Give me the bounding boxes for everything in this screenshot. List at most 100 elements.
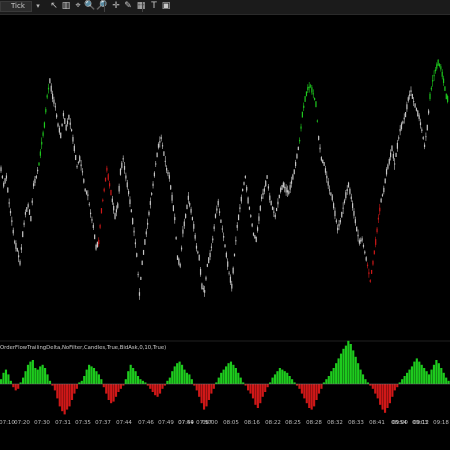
candle-body xyxy=(95,244,97,250)
delta-bar-positive xyxy=(273,374,277,384)
crosshair-icon[interactable]: ✛ xyxy=(110,1,122,12)
candle-body xyxy=(65,124,67,131)
chevron-down-icon[interactable]: ▾ xyxy=(33,1,43,12)
candle-body xyxy=(4,178,6,184)
time-tick-label: 07:31 xyxy=(55,420,71,426)
candle-body xyxy=(174,217,176,221)
candle-body xyxy=(426,124,428,131)
delta-bar-positive xyxy=(440,368,443,384)
candle-body xyxy=(251,223,253,227)
delta-bar-positive xyxy=(447,380,450,384)
candle-body xyxy=(22,231,24,238)
price-chart[interactable] xyxy=(0,15,450,418)
delta-bar-positive xyxy=(364,379,367,384)
candle-body xyxy=(148,211,150,215)
delta-bar-negative xyxy=(256,384,259,408)
pencil-icon[interactable]: ✎ xyxy=(122,1,134,12)
delta-bar-positive xyxy=(403,376,406,384)
candle-body xyxy=(57,123,59,127)
candle-body xyxy=(345,192,347,199)
candle-body xyxy=(37,169,39,172)
candle-body xyxy=(266,175,268,179)
delta-bar-positive xyxy=(136,376,140,384)
candle-body xyxy=(123,166,126,170)
delta-bar-positive xyxy=(217,377,220,384)
delta-bar-positive xyxy=(178,361,181,384)
candle-body xyxy=(160,136,162,140)
candle-body xyxy=(68,114,70,120)
candle-body xyxy=(189,202,191,206)
delta-bar-positive xyxy=(132,368,135,384)
candle-body xyxy=(168,175,170,179)
measure-icon[interactable]: ⌖ xyxy=(72,1,84,12)
bar-chart-icon[interactable]: ▥ xyxy=(60,1,72,12)
candle-body xyxy=(153,172,156,177)
candle-body xyxy=(206,264,208,267)
delta-bar-negative xyxy=(12,384,15,388)
candle-body xyxy=(239,207,241,210)
candle-body xyxy=(210,246,213,248)
time-tick-label: 07:37 xyxy=(95,420,111,426)
candle-body xyxy=(99,225,101,228)
instrument-selector[interactable]: Tick xyxy=(0,1,32,12)
delta-bar-positive xyxy=(7,374,10,384)
candle-body xyxy=(235,240,237,242)
delta-bar-positive xyxy=(354,356,357,384)
delta-bar-negative xyxy=(386,384,389,408)
delta-bar-positive xyxy=(327,376,330,384)
delta-bar-positive xyxy=(24,371,27,384)
delta-bar-negative xyxy=(371,384,374,389)
candle-body xyxy=(195,245,198,249)
candle-body xyxy=(171,194,173,201)
candle-body xyxy=(198,254,200,261)
candle-body xyxy=(358,240,360,244)
delta-bar-negative xyxy=(149,384,152,389)
delta-bar-positive xyxy=(337,358,340,384)
tile-icon[interactable]: ▦ xyxy=(135,1,147,12)
candle-body xyxy=(353,211,355,216)
screenshot-icon[interactable]: ▣ xyxy=(160,1,172,12)
candle-body xyxy=(117,203,119,208)
candle-body xyxy=(209,252,211,258)
candle-body xyxy=(50,85,52,92)
candle-body xyxy=(350,196,352,200)
delta-bar-negative xyxy=(102,384,105,388)
candle-body xyxy=(273,211,275,213)
delta-bar-negative xyxy=(14,384,17,391)
price-candles xyxy=(0,59,449,300)
delta-bar-negative xyxy=(379,384,382,405)
bottom-strip xyxy=(0,432,450,450)
pointer-icon[interactable]: ↖ xyxy=(48,1,60,12)
candle-body xyxy=(331,195,333,201)
candle-body xyxy=(388,159,390,164)
candle-body xyxy=(365,257,367,261)
delta-bar-positive xyxy=(332,368,335,384)
delta-bar-negative xyxy=(300,384,303,394)
candle-body xyxy=(409,94,411,96)
delta-bar-positive xyxy=(330,371,333,384)
candle-body xyxy=(43,122,46,128)
candle-body xyxy=(224,244,226,248)
delta-bar-negative xyxy=(317,384,321,394)
delta-bar-positive xyxy=(237,372,240,384)
candle-body xyxy=(447,96,449,102)
zoom-out-icon[interactable]: 🔎 xyxy=(96,1,108,12)
candle-body xyxy=(194,234,196,239)
candle-body xyxy=(318,136,320,140)
candle-body xyxy=(38,162,40,166)
time-axis: 07:10 07:20 07:30 07:31 07:35 07:37 07:44 07:46… xyxy=(0,418,450,432)
candle-body xyxy=(432,80,434,82)
candle-body xyxy=(335,220,337,223)
time-tick-label: 07:49 xyxy=(158,420,174,426)
delta-bar-positive xyxy=(46,374,49,384)
zoom-in-icon[interactable]: 🔍 xyxy=(84,1,96,12)
candle-body xyxy=(202,288,204,290)
candle-body xyxy=(12,229,14,234)
candle-body xyxy=(248,206,251,210)
candle-body xyxy=(349,188,351,194)
delta-bar-positive xyxy=(229,361,233,384)
chart-toolbar: Tick ▾ ↖ ▥ ⌖ 🔍 🔎 ✛ ✎ ▦ T ▣ xyxy=(0,0,450,15)
candle-body xyxy=(419,122,422,126)
text-icon[interactable]: T xyxy=(148,1,160,12)
delta-bar-negative xyxy=(66,384,69,410)
